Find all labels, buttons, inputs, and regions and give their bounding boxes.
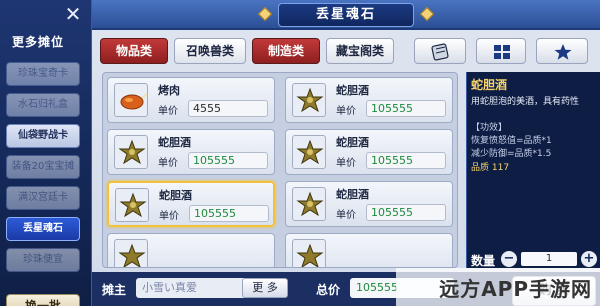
shop-panel: 丢星魂石 物品类 召唤兽类 制造类 藏宝阁类 烤肉 单价 4555 蛇胆酒 单价… (92, 0, 600, 306)
window-title: 丢星魂石 (278, 3, 414, 27)
more-button[interactable]: 更 多 (242, 278, 288, 298)
star-icon (554, 44, 572, 60)
item-price: 105555 (366, 152, 446, 169)
booth-item[interactable]: 满汉宫廷卡 (6, 186, 80, 210)
price-label: 单价 (158, 106, 178, 117)
booth-item[interactable]: 水石归礼盒 (6, 93, 80, 117)
total-price-label: 总价 (316, 283, 341, 297)
booth-item[interactable]: 珍珠便宜 (6, 248, 80, 272)
item-price: 105555 (366, 100, 446, 117)
price-label: 单价 (158, 158, 178, 169)
price-label: 单价 (159, 211, 179, 222)
sidebar-title: 更多摊位 (12, 35, 65, 49)
owner-label: 摊主 (102, 283, 127, 297)
tab-crafting[interactable]: 制造类 (252, 38, 320, 64)
refresh-booths-button[interactable]: 换一批 (6, 294, 80, 306)
scroll-button[interactable] (414, 38, 466, 64)
tab-pets[interactable]: 召唤兽类 (174, 38, 246, 64)
item-price: 105555 (366, 204, 446, 221)
grid-view-button[interactable] (476, 38, 526, 64)
item-price: 105555 (189, 205, 269, 222)
quantity-decrease-button[interactable]: − (501, 251, 517, 267)
detail-effect-line: 减少防御=品质*1.5 (471, 149, 552, 159)
booth-item[interactable]: 珍珠宝奇卡 (6, 62, 80, 86)
tab-treasure[interactable]: 藏宝阁类 (326, 38, 394, 64)
detail-effect-header: 【功效】 (471, 123, 508, 133)
ornament-icon (257, 6, 273, 22)
item-card[interactable]: 蛇胆酒 单价 105555 (285, 181, 453, 227)
detail-effect-line: 恢复愤怒值=品质*1 (471, 136, 552, 146)
booth-item-active[interactable]: 丢星魂石 (6, 217, 80, 241)
price-label: 单价 (336, 106, 356, 117)
watermark: 远方APP手游网 (396, 268, 600, 306)
item-name: 蛇胆酒 (336, 136, 369, 149)
ornament-icon (419, 6, 435, 22)
snake-wine-icon (292, 239, 326, 267)
title-bar: 丢星魂石 (92, 0, 600, 30)
snake-wine-icon (292, 135, 326, 169)
close-icon[interactable]: ✕ (62, 4, 84, 26)
item-name: 蛇胆酒 (158, 136, 191, 149)
item-card-selected[interactable]: 蛇胆酒 单价 105555 (107, 181, 275, 227)
item-detail-pane: 蛇胆酒 用蛇胆泡的美酒，具有药性 【功效】 恢复愤怒值=品质*1 减少防御=品质… (466, 72, 600, 268)
item-card[interactable]: 蛇胆酒 单价 105555 (107, 129, 275, 175)
snake-wine-icon (292, 187, 326, 221)
roast-meat-icon (114, 83, 148, 117)
item-card[interactable]: 蛇胆酒 单价 105555 (285, 129, 453, 175)
booth-item[interactable]: 装备20宝宝摊 (6, 155, 80, 179)
detail-quality: 品质 117 (471, 163, 510, 173)
item-price: 105555 (188, 152, 268, 169)
snake-wine-icon (292, 83, 326, 117)
item-name: 蛇胆酒 (159, 189, 192, 202)
booth-item[interactable]: 仙袋野战卡 (6, 124, 80, 148)
quantity-input[interactable]: 1 (521, 252, 577, 266)
favorite-button[interactable] (536, 38, 588, 64)
scroll-icon (431, 43, 449, 61)
detail-description: 用蛇胆泡的美酒，具有药性 (471, 97, 580, 107)
quantity-increase-button[interactable]: + (581, 251, 597, 267)
item-card[interactable]: 蛇胆酒 单价 105555 (285, 77, 453, 123)
price-label: 单价 (336, 158, 356, 169)
item-name: 蛇胆酒 (336, 84, 369, 97)
snake-wine-icon (114, 135, 148, 169)
snake-wine-icon (115, 188, 149, 222)
tab-items[interactable]: 物品类 (100, 38, 168, 64)
item-name: 烤肉 (158, 84, 180, 97)
item-card[interactable]: 烤肉 单价 4555 (107, 77, 275, 123)
watermark-text: 远方APP手游网 (439, 277, 592, 301)
item-name: 蛇胆酒 (336, 188, 369, 201)
booth-sidebar: ✕ 更多摊位 珍珠宝奇卡 水石归礼盒 仙袋野战卡 装备20宝宝摊 满汉宫廷卡 丢… (0, 0, 92, 306)
grid-icon (494, 45, 510, 59)
item-card[interactable] (285, 233, 453, 267)
snake-wine-icon (114, 239, 148, 267)
price-label: 单价 (336, 210, 356, 221)
item-price: 4555 (188, 100, 268, 117)
item-grid: 烤肉 单价 4555 蛇胆酒 单价 105555 蛇胆酒 单价 105555 蛇… (102, 72, 458, 268)
detail-item-name: 蛇胆酒 (471, 78, 508, 92)
quantity-label: 数量 (471, 254, 496, 268)
item-card[interactable] (107, 233, 275, 267)
